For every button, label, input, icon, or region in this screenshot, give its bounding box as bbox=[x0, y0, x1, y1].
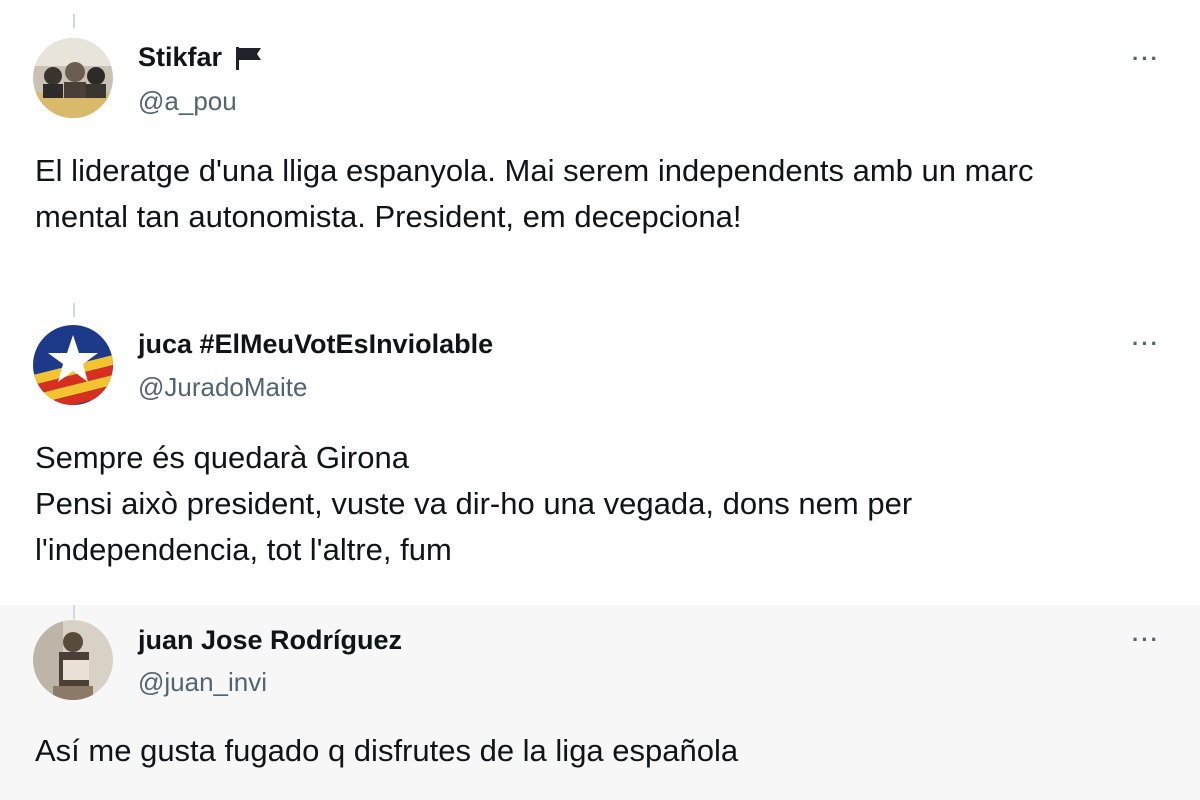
display-name-text: juan Jose Rodríguez bbox=[138, 625, 403, 655]
tweet[interactable]: juca #ElMeuVotEsInviolable @JuradoMaite … bbox=[0, 295, 1200, 605]
display-name-text: Stikfar bbox=[138, 42, 223, 72]
flag-icon bbox=[234, 45, 264, 71]
tweet-text-line: Sempre és quedarà Girona bbox=[35, 440, 409, 475]
tweet-text-line: l'independencia, tot l'altre, fum bbox=[35, 532, 452, 567]
avatar[interactable] bbox=[33, 38, 113, 118]
tweet-text-line: Así me gusta fugado q disfrutes de la li… bbox=[35, 733, 739, 768]
display-name[interactable]: juca #ElMeuVotEsInviolable bbox=[138, 329, 493, 360]
thread-connector bbox=[73, 303, 75, 317]
more-options-icon[interactable]: ··· bbox=[1132, 46, 1160, 72]
tweet-text: Así me gusta fugado q disfrutes de la li… bbox=[35, 728, 1160, 774]
display-name[interactable]: Stikfar bbox=[138, 42, 264, 73]
display-name[interactable]: juan Jose Rodríguez bbox=[138, 625, 402, 656]
thread-connector bbox=[73, 605, 75, 619]
display-name-text: juca #ElMeuVotEsInviolable bbox=[138, 329, 494, 359]
user-handle[interactable]: @a_pou bbox=[138, 86, 237, 117]
tweet-text-line: Pensi això president, vuste va dir-ho un… bbox=[35, 486, 913, 521]
more-options-icon[interactable]: ··· bbox=[1132, 627, 1160, 653]
tweet-text-line: mental tan autonomista. President, em de… bbox=[35, 199, 742, 234]
user-handle[interactable]: @juan_invi bbox=[138, 667, 267, 698]
avatar[interactable] bbox=[33, 325, 113, 405]
thread-connector bbox=[73, 14, 75, 28]
tweet[interactable]: juan Jose Rodríguez @juan_invi ··· Así m… bbox=[0, 605, 1200, 800]
more-options-icon[interactable]: ··· bbox=[1132, 331, 1160, 357]
user-handle[interactable]: @JuradoMaite bbox=[138, 372, 307, 403]
tweet-feed: Stikfar @a_pou ··· El lideratge d'una ll… bbox=[0, 0, 1200, 800]
tweet-text: Sempre és quedarà Girona Pensi això pres… bbox=[35, 435, 1160, 573]
tweet-text: El lideratge d'una lliga espanyola. Mai … bbox=[35, 148, 1160, 240]
tweet-text-line: El lideratge d'una lliga espanyola. Mai … bbox=[35, 153, 1034, 188]
tweet[interactable]: Stikfar @a_pou ··· El lideratge d'una ll… bbox=[0, 0, 1200, 290]
avatar[interactable] bbox=[33, 620, 113, 700]
